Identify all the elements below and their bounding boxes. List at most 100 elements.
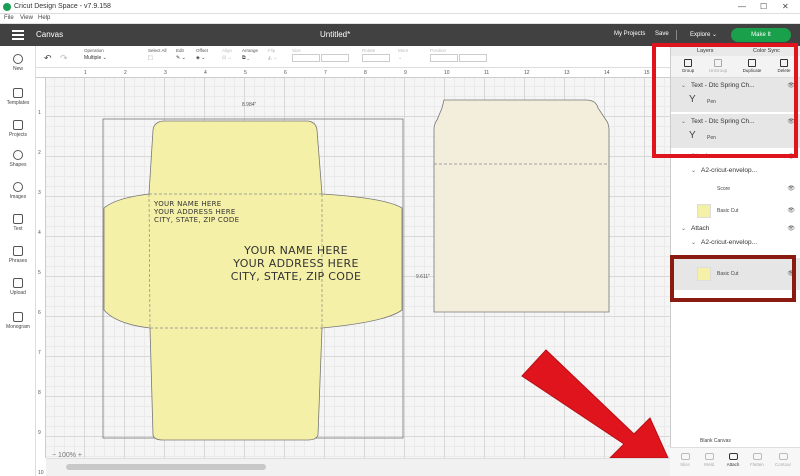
attach-button[interactable]: Attach (722, 453, 744, 467)
hamburger-menu-icon[interactable] (12, 30, 24, 40)
upload-tool[interactable]: Upload (0, 278, 36, 296)
eye-icon[interactable]: 👁 (787, 207, 795, 214)
menu-file[interactable]: File (4, 15, 14, 21)
align-icon: ⊟ ⌄ (222, 55, 232, 61)
monogram-tool[interactable]: Monogram (0, 312, 36, 330)
y-field[interactable] (459, 54, 488, 62)
annotation-red-arrow (521, 349, 669, 458)
position-label: Position (430, 48, 447, 53)
section-title: Canvas (36, 30, 64, 39)
monogram-icon (13, 312, 23, 322)
operation-select[interactable]: Multiple ⌄ (84, 55, 107, 61)
maximize-button[interactable]: ☐ (760, 2, 767, 11)
attach-label: Attach (726, 462, 740, 467)
flip-label: Flip (268, 48, 276, 53)
select-all-label: Select All (148, 48, 167, 53)
ruler-tick-label: 11 (484, 70, 490, 76)
width-field[interactable] (292, 54, 320, 62)
caret-down-icon[interactable]: ⌄ (691, 167, 696, 174)
window-titlebar: Cricut Design Space - v7.9.158 — ☐ ✕ (0, 0, 800, 14)
caret-down-icon[interactable]: ⌄ (691, 239, 696, 246)
ruler-tick-label: 7 (38, 350, 41, 356)
arrange-group[interactable]: Arrange ⧉ ⌄ (242, 48, 258, 61)
flip-icon: ◭ ⌄ (268, 55, 278, 61)
design-canvas[interactable]: 8.984" 9.611" YOUR NAME HERE YOUR ADDRES… (46, 78, 670, 458)
new-tool[interactable]: New (0, 54, 36, 72)
weld-label: Weld (703, 462, 715, 467)
text-tool[interactable]: Text (0, 214, 36, 232)
offset-group[interactable]: Offset ◈ ⌄ (196, 48, 208, 61)
layer-row-envelope-2[interactable]: ⌄ A2-cricut-envelop... (671, 236, 800, 250)
weld-button[interactable]: Weld (698, 453, 720, 467)
chevron-down-icon: ⌄ (712, 32, 718, 38)
horizontal-scrollbar[interactable] (46, 458, 670, 476)
flatten-button[interactable]: Flatten (746, 453, 768, 467)
left-ruler: 1 2 3 4 5 6 7 8 9 10 (36, 78, 46, 476)
ruler-tick-label: 8 (38, 390, 41, 396)
projects-tool[interactable]: Projects (0, 120, 36, 138)
more-icon: ⌄ (398, 55, 403, 61)
save-link[interactable]: Save (655, 31, 669, 37)
size-group: Size (292, 48, 350, 64)
eye-icon[interactable]: 👁 (787, 185, 795, 192)
scrollbar-thumb[interactable] (66, 464, 266, 470)
header-divider (676, 30, 677, 40)
flip-group[interactable]: Flip ◭ ⌄ (268, 48, 277, 61)
align-group[interactable]: Align ⊟ ⌄ (222, 48, 232, 61)
close-window-button[interactable]: ✕ (782, 2, 789, 11)
images-tool[interactable]: Images (0, 182, 36, 200)
edit-group[interactable]: Edit ✎ ⌄ (176, 48, 186, 61)
size-label: Size (292, 48, 301, 53)
ruler-tick-label: 9 (404, 70, 407, 76)
ruler-tick-label: 12 (524, 70, 530, 76)
layer-operation: Basic Cut (717, 208, 739, 214)
more-group[interactable]: More ⌄ (398, 48, 408, 61)
contour-button[interactable]: Contour (772, 453, 794, 467)
ruler-tick-label: 2 (124, 70, 127, 76)
edit-toolbar: ↶ ↷ Operation Multiple ⌄ Select All ⬚ Ed… (36, 46, 670, 68)
annotation-dark-red-highlight (670, 255, 796, 302)
slice-button[interactable]: Slice (674, 453, 696, 467)
attach-icon (728, 453, 738, 460)
ruler-tick-label: 15 (644, 70, 650, 76)
layer-row-envelope-1[interactable]: ⌄ A2-cricut-envelop... (671, 164, 800, 178)
height-field[interactable] (321, 54, 350, 62)
project-title: Untitled* (320, 30, 351, 39)
menu-view[interactable]: View (20, 15, 33, 21)
top-ruler: 1 2 3 4 5 6 7 8 9 10 11 12 13 14 15 (36, 68, 670, 78)
shapes-tool[interactable]: Shapes (0, 150, 36, 168)
rotate-field[interactable] (362, 54, 390, 62)
blank-canvas-label[interactable]: Blank Canvas (700, 438, 731, 444)
text-tool-label: Text (13, 226, 23, 232)
caret-down-icon[interactable]: ⌄ (681, 225, 686, 232)
phrases-tool[interactable]: Phrases (0, 246, 36, 264)
my-projects-link[interactable]: My Projects (614, 31, 645, 37)
layer-operation: Score (717, 186, 731, 192)
x-field[interactable] (430, 54, 458, 62)
layer-row-attach-2[interactable]: ⌄ Attach 👁 (671, 222, 800, 236)
ruler-tick-label: 14 (604, 70, 610, 76)
ruler-tick-label: 9 (38, 430, 41, 436)
templates-tool[interactable]: Templates (0, 88, 36, 106)
layer-row-score[interactable]: Score 👁 (671, 178, 800, 200)
offset-label: Offset (196, 48, 208, 53)
select-all-group[interactable]: Select All ⬚ (148, 48, 167, 61)
redo-icon[interactable]: ↷ (60, 53, 68, 64)
shirt-icon (13, 88, 23, 98)
phrases-icon (13, 246, 23, 256)
make-it-button[interactable]: Make It (731, 28, 791, 42)
color-swatch[interactable] (697, 204, 711, 218)
machine-label: Explore (690, 32, 711, 38)
layer-name: A2-cricut-envelop... (701, 167, 757, 174)
position-group: Position (430, 48, 488, 64)
machine-select[interactable]: Explore ⌄ (690, 31, 717, 38)
projects-tool-label: Projects (8, 132, 28, 138)
layer-row-basic-cut-1[interactable]: Basic Cut 👁 (671, 200, 800, 222)
undo-icon[interactable]: ↶ (44, 53, 52, 64)
shapes-tool-label: Shapes (9, 162, 27, 168)
minimize-button[interactable]: — (738, 2, 746, 11)
menu-bar: File View Help (0, 14, 800, 24)
menu-help[interactable]: Help (38, 15, 50, 21)
eye-icon[interactable]: 👁 (787, 225, 795, 232)
rotate-group: Rotate (362, 48, 390, 64)
